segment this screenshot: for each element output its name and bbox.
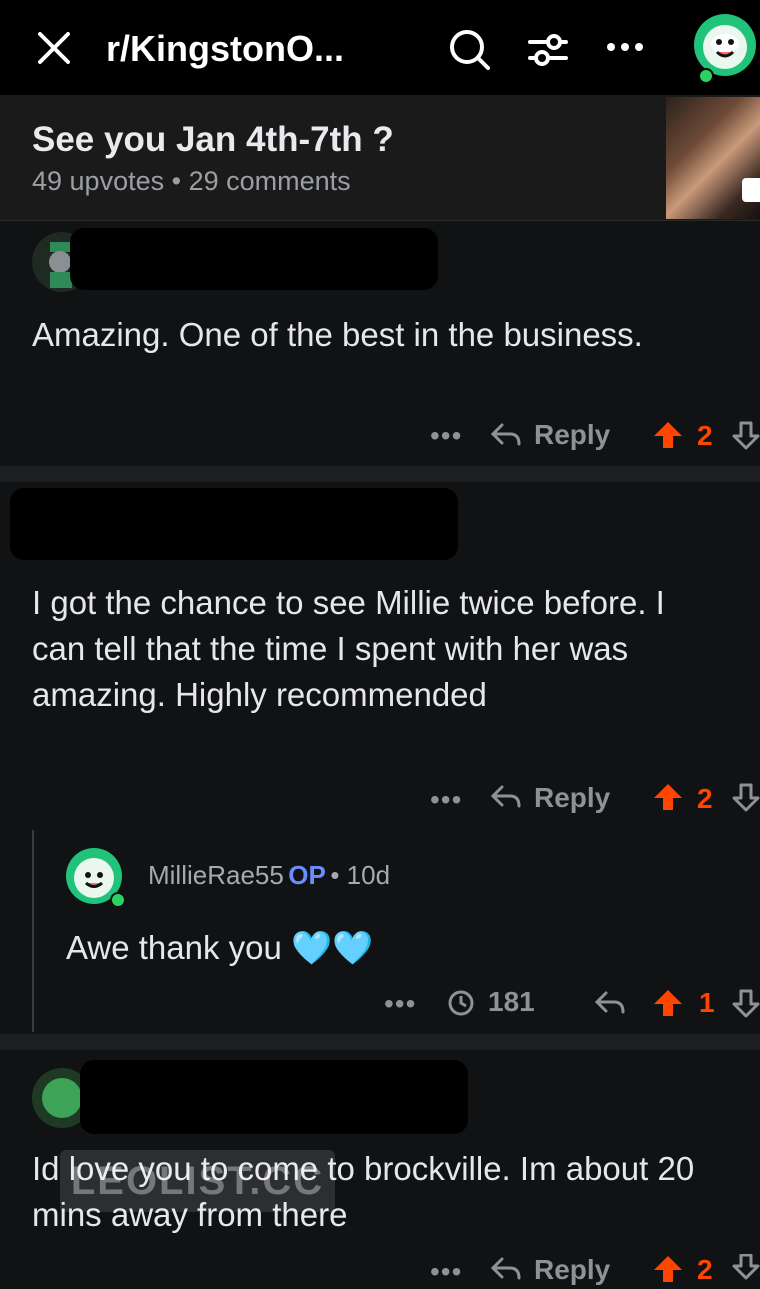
online-dot: [698, 68, 714, 84]
more-icon[interactable]: •••: [384, 988, 416, 1020]
watermark: LEOLIST.CC: [60, 1150, 335, 1212]
online-dot: [110, 892, 126, 908]
thread-line[interactable]: [32, 830, 34, 1032]
upvote-icon[interactable]: [652, 420, 684, 450]
reply-icon[interactable]: [490, 782, 522, 812]
filter-icon[interactable]: [526, 28, 570, 72]
more-icon[interactable]: •••: [430, 1256, 462, 1288]
more-icon[interactable]: •••: [430, 420, 462, 452]
op-badge: OP: [288, 860, 326, 890]
reply-button[interactable]: Reply: [534, 782, 610, 814]
comment-body: Amazing. One of the best in the business…: [32, 316, 643, 353]
gallery-icon: [742, 178, 760, 202]
reply-header: MillieRae55 OP • 10d: [148, 860, 390, 891]
redacted-username: [80, 1060, 468, 1134]
upvote-count: 49 upvotes: [32, 166, 165, 196]
reply-button[interactable]: Reply: [534, 419, 610, 451]
reply-age: • 10d: [330, 860, 391, 890]
reply-body: Awe thank you 🩵🩵: [66, 929, 374, 966]
upvote-icon[interactable]: [652, 988, 684, 1018]
vote-score: 1: [699, 987, 715, 1018]
view-count: 181: [488, 986, 535, 1017]
reply-author[interactable]: MillieRae55: [148, 860, 284, 890]
vote-score: 2: [697, 420, 713, 451]
more-icon[interactable]: •••: [430, 784, 462, 816]
downvote-icon[interactable]: [732, 988, 760, 1018]
comment-count: 29 comments: [188, 166, 351, 196]
close-icon[interactable]: [36, 30, 72, 66]
comment-divider: [0, 1034, 760, 1050]
vote-score: 2: [697, 1254, 713, 1285]
post-title[interactable]: See you Jan 4th-7th ?: [32, 120, 394, 160]
search-icon[interactable]: [448, 28, 492, 72]
redacted-username: [10, 488, 458, 560]
redacted-username: [70, 228, 438, 290]
upvote-icon[interactable]: [652, 782, 684, 812]
reply-button[interactable]: Reply: [534, 1254, 610, 1286]
snoo-avatar-icon[interactable]: [694, 14, 756, 76]
comment-divider: [0, 466, 760, 482]
downvote-icon[interactable]: [732, 420, 760, 450]
reply-icon[interactable]: [594, 988, 626, 1018]
vote-score: 2: [697, 783, 713, 814]
post-meta: 49 upvotes • 29 comments: [32, 166, 351, 197]
more-icon[interactable]: [605, 40, 645, 54]
views-icon: [446, 988, 476, 1018]
downvote-icon[interactable]: [732, 782, 760, 812]
comment-body: I got the chance to see Millie twice bef…: [32, 584, 665, 713]
subreddit-title[interactable]: r/KingstonO...: [106, 28, 344, 70]
meta-separator: •: [171, 166, 182, 196]
reply-icon[interactable]: [490, 420, 522, 450]
downvote-icon[interactable]: [732, 1253, 760, 1280]
